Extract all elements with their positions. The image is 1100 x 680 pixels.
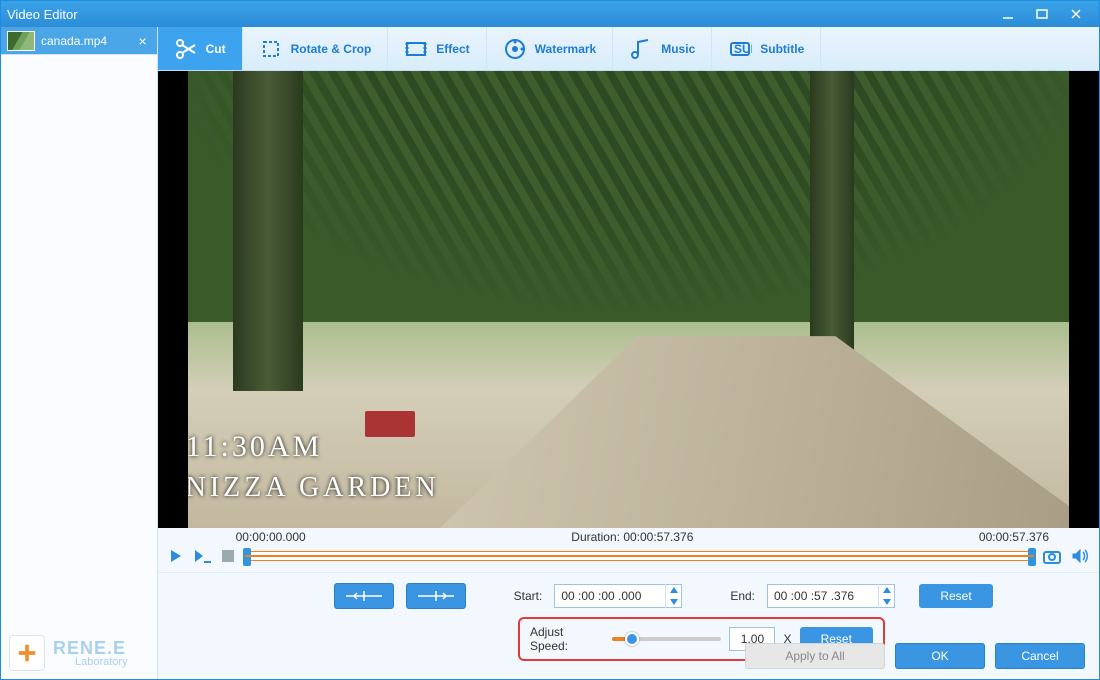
play-button[interactable]: [166, 546, 186, 566]
video-preview[interactable]: 11:30AM NIZZA GARDEN: [158, 71, 1099, 528]
brand: RENE.E Laboratory: [1, 627, 157, 679]
sidebar: canada.mp4 × RENE.E Laboratory: [1, 27, 158, 679]
file-tab[interactable]: canada.mp4 ×: [1, 27, 157, 55]
end-spin-down[interactable]: [879, 596, 894, 608]
end-spin-up[interactable]: [879, 584, 894, 596]
close-button[interactable]: [1059, 1, 1093, 27]
tab-effect[interactable]: Effect: [388, 27, 486, 70]
apply-all-button[interactable]: Apply to All: [745, 643, 885, 669]
tab-rotate-crop[interactable]: Rotate & Crop: [243, 27, 389, 70]
watermark-icon: [503, 37, 527, 61]
speed-thumb[interactable]: [625, 632, 639, 646]
music-icon: [629, 37, 653, 61]
tab-cut-label: Cut: [206, 42, 226, 56]
timeline-end-time: 00:00:57.376: [959, 530, 1049, 544]
reset-time-button[interactable]: Reset: [919, 584, 993, 608]
tab-rotate-label: Rotate & Crop: [291, 42, 372, 56]
timeline-duration: Duration: 00:00:57.376: [306, 530, 959, 544]
speed-slider[interactable]: [612, 637, 721, 641]
toolbar: Cut Rotate & Crop Effect Watermark Music…: [158, 27, 1099, 71]
timeline-start-time: 00:00:00.000: [236, 530, 306, 544]
tab-music-label: Music: [661, 42, 695, 56]
split-left-button[interactable]: [334, 583, 394, 609]
ok-button[interactable]: OK: [895, 643, 985, 669]
tab-effect-label: Effect: [436, 42, 469, 56]
main: Cut Rotate & Crop Effect Watermark Music…: [158, 27, 1099, 679]
start-spin-down[interactable]: [666, 596, 681, 608]
maximize-button[interactable]: [1025, 1, 1059, 27]
file-thumbnail: [7, 31, 35, 51]
trim-start-handle[interactable]: [243, 548, 251, 566]
start-spin-up[interactable]: [666, 584, 681, 596]
subtitle-icon: SUB: [728, 37, 752, 61]
start-time-input[interactable]: [554, 584, 682, 608]
window-title: Video Editor: [7, 7, 991, 22]
tab-watermark[interactable]: Watermark: [487, 27, 614, 70]
play-next-button[interactable]: [192, 546, 212, 566]
tab-watermark-label: Watermark: [535, 42, 597, 56]
crop-icon: [259, 37, 283, 61]
file-close-icon[interactable]: ×: [134, 33, 150, 49]
minimize-button[interactable]: [991, 1, 1025, 27]
split-right-button[interactable]: [406, 583, 466, 609]
tab-cut[interactable]: Cut: [158, 27, 243, 70]
end-time-input[interactable]: [767, 584, 895, 608]
stop-button[interactable]: [218, 546, 238, 566]
scissors-icon: [174, 37, 198, 61]
tab-music[interactable]: Music: [613, 27, 712, 70]
snapshot-button[interactable]: [1041, 546, 1063, 566]
controls-panel: Start: End: Reset Adjust Speed:: [158, 572, 1099, 679]
tab-subtitle[interactable]: SUB Subtitle: [712, 27, 821, 70]
effect-icon: [404, 37, 428, 61]
titlebar: Video Editor: [1, 1, 1099, 27]
timeline-track[interactable]: [244, 551, 1035, 561]
file-name: canada.mp4: [41, 34, 128, 48]
brand-line1: RENE.E: [53, 639, 128, 657]
trim-end-handle[interactable]: [1028, 548, 1036, 566]
brand-logo-icon: [9, 635, 45, 671]
brand-line2: Laboratory: [75, 657, 128, 668]
speed-label: Adjust Speed:: [530, 625, 604, 653]
tab-subtitle-label: Subtitle: [760, 42, 804, 56]
timeline: 00:00:00.000 Duration: 00:00:57.376 00:0…: [158, 528, 1099, 572]
end-label: End:: [730, 589, 755, 603]
svg-text:SUB: SUB: [734, 42, 752, 56]
start-time-field[interactable]: [555, 589, 665, 603]
end-time-field[interactable]: [768, 589, 878, 603]
start-label: Start:: [514, 589, 543, 603]
footer: Apply to All OK Cancel: [745, 643, 1085, 669]
volume-button[interactable]: [1069, 546, 1091, 566]
cancel-button[interactable]: Cancel: [995, 643, 1085, 669]
